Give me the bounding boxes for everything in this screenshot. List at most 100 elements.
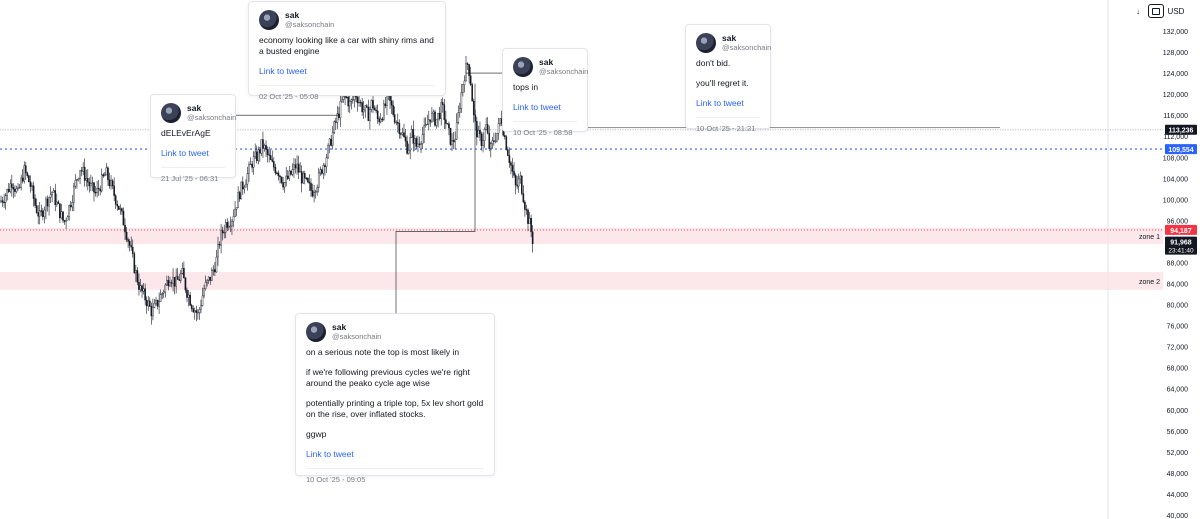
candle-body (407, 149, 410, 154)
y-tick-label: 84,000 (1167, 282, 1189, 289)
candle-body (511, 165, 514, 172)
candle-body (248, 164, 250, 174)
candle-body (507, 149, 509, 156)
candle-body (125, 231, 128, 240)
current-price-countdown: 23:41:40 (1168, 248, 1194, 255)
candle-body (269, 155, 272, 160)
candle-body (262, 139, 264, 149)
candle-body (119, 208, 122, 210)
candle-body (117, 205, 120, 210)
candle-body (531, 231, 534, 245)
fit-screen-icon[interactable] (1148, 4, 1164, 18)
y-tick-label: 116,000 (1163, 113, 1188, 120)
currency-label[interactable]: USD (1166, 4, 1186, 18)
tweet-date: 21 Jul '25 - 06:31 (161, 167, 225, 184)
candle-body (322, 165, 325, 174)
candle-body (206, 279, 208, 283)
candle-body (122, 210, 125, 226)
candle-body (232, 216, 235, 222)
y-tick-label: 100,000 (1163, 197, 1188, 204)
candle-body (34, 198, 36, 206)
tweet-date: 02 Oct '25 - 05:08 (259, 85, 435, 102)
candle-body (404, 136, 407, 142)
candle-body (99, 188, 101, 192)
candle-body (469, 75, 472, 85)
candle-body (217, 244, 219, 258)
candle-body (252, 156, 255, 168)
candle-body (434, 111, 436, 126)
candle-body (46, 198, 49, 207)
candle-body (37, 212, 39, 217)
candle-body (113, 185, 115, 196)
candle-body (15, 188, 18, 192)
candle-body (366, 105, 368, 108)
y-tick-label: 44,000 (1167, 492, 1189, 499)
candle-body (100, 174, 103, 192)
candle-body (200, 305, 202, 310)
candle-body (25, 165, 27, 174)
candle-body (94, 192, 97, 194)
candle-body (273, 161, 275, 168)
candle-body (209, 276, 212, 281)
candle-body (1, 200, 4, 203)
candle-body (12, 187, 15, 190)
y-tick-label: 48,000 (1167, 471, 1189, 478)
candle-body (530, 217, 532, 232)
candle-body (265, 145, 267, 150)
candle-body (241, 181, 244, 190)
candle-body (175, 276, 177, 287)
tweet-link[interactable]: Link to tweet (306, 449, 484, 460)
candle-body (260, 139, 263, 154)
candle-body (468, 64, 470, 76)
candle-body (293, 164, 295, 170)
candle-body (68, 205, 70, 217)
y-tick-label: 76,000 (1167, 324, 1189, 331)
tweet-handle: @saksonchain (332, 332, 382, 341)
candle-body (428, 119, 430, 125)
candle-body (164, 284, 167, 293)
candle-body (426, 123, 429, 126)
candle-body (296, 163, 298, 169)
candle-body (454, 138, 456, 143)
candle-body (339, 101, 342, 118)
candle-body (448, 123, 450, 129)
candle-body (145, 299, 148, 307)
tweet-date: 10 Oct '25 - 08:58 (513, 121, 577, 138)
avatar (513, 57, 533, 77)
y-tick-label: 64,000 (1167, 387, 1189, 394)
arrow-down-icon[interactable]: ↓ (1132, 4, 1144, 18)
candle-body (395, 121, 398, 124)
candle-body (465, 63, 467, 82)
candle-body (373, 107, 376, 111)
candle-body (69, 205, 72, 208)
y-tick-label: 88,000 (1167, 260, 1189, 267)
candle-body (173, 277, 176, 287)
candle-body (361, 102, 363, 113)
tweet-handle: @saksonchain (285, 20, 335, 29)
candle-body (66, 216, 69, 221)
tweet-link[interactable]: Link to tweet (259, 66, 435, 77)
candle-body (201, 295, 204, 306)
candle-body (516, 184, 518, 187)
candle-body (369, 109, 371, 121)
candle-body (221, 230, 224, 234)
candle-body (384, 103, 387, 106)
candle-body (494, 140, 497, 142)
tweet-link[interactable]: Link to tweet (513, 102, 577, 113)
tweet-link[interactable]: Link to tweet (696, 98, 760, 109)
price-chart[interactable]: zone 1 zone 2 40,000 44,000 48,000 52,000 56,0… (0, 0, 1200, 519)
candle-body (195, 310, 198, 313)
candle-body (116, 204, 119, 207)
candle-body (162, 291, 165, 294)
candle-body (431, 112, 433, 122)
price-level-upper-label: 113,236 (1169, 128, 1194, 135)
candle-body (76, 179, 78, 181)
candle-body (111, 180, 114, 187)
candle-body (0, 200, 2, 203)
candle-body (220, 230, 222, 246)
tweet-link[interactable]: Link to tweet (161, 148, 225, 159)
candle-body (300, 171, 303, 184)
candle-body (136, 270, 139, 283)
candle-body (486, 124, 489, 134)
tweet-handle: @saksonchain (722, 43, 772, 52)
